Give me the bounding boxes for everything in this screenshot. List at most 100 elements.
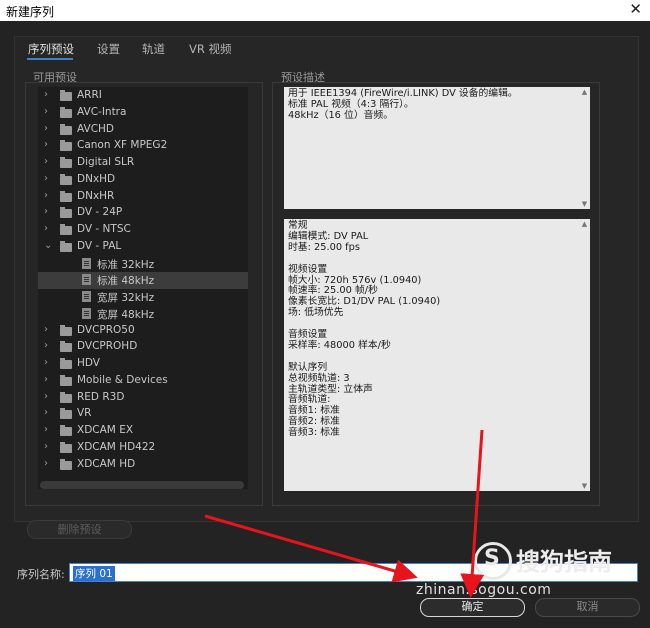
summary-scrollbar[interactable]: ▲ ▼ [580, 87, 589, 209]
preset-folder[interactable]: › Mobile & Devices [38, 373, 248, 390]
preset-folder-label: XDCAM HD422 [77, 440, 156, 453]
preset-folder-label: XDCAM HD [77, 457, 136, 470]
chevron-right-icon[interactable]: › [44, 173, 48, 184]
preset-folder[interactable]: › XDCAM HD422 [38, 440, 248, 457]
description-line: 音频3: 标准 [288, 427, 340, 439]
preset-folder[interactable]: ⌄ DV - PAL [38, 239, 248, 256]
scroll-down-icon[interactable]: ▼ [580, 200, 589, 208]
preset-folder[interactable]: › AVC-Intra [38, 105, 248, 122]
active-tab-indicator [27, 58, 73, 60]
preset-tree[interactable]: › ARRI › AVC-Intra › AVCHD › Canon XF MPEG2 › Dig… [38, 87, 248, 489]
preset-folder[interactable]: › HDV [38, 356, 248, 373]
folder-icon [60, 224, 72, 235]
preset-folder[interactable]: › DV - NTSC [38, 222, 248, 239]
chevron-right-icon[interactable]: › [44, 458, 48, 469]
chevron-right-icon[interactable]: › [44, 340, 48, 351]
chevron-right-icon[interactable]: › [44, 391, 48, 402]
preset-folder-label: DVCPRO50 [77, 323, 135, 336]
chevron-right-icon[interactable]: › [44, 324, 48, 335]
preset-item[interactable]: 宽屏 32kHz [38, 289, 248, 306]
preset-folder[interactable]: › XDCAM EX [38, 423, 248, 440]
preset-folder-label: DV - 24P [77, 206, 123, 219]
chevron-right-icon[interactable]: › [44, 407, 48, 418]
preset-item-label: 宽屏 48kHz [97, 308, 155, 321]
sequence-name-value: 序列 01 [73, 566, 115, 581]
preset-folder[interactable]: › ARRI [38, 88, 248, 105]
description-line: 48kHz（16 位）音频。 [288, 109, 394, 121]
preset-folder-label: RED R3D [77, 390, 125, 403]
chevron-right-icon[interactable]: › [44, 441, 48, 452]
preset-summary-box: ▲ ▼ 用于 IEEE1394 (FireWire/i.LINK) DV 设备的… [284, 87, 590, 209]
folder-icon [60, 358, 72, 369]
folder-icon [60, 341, 72, 353]
preset-file-icon [82, 307, 91, 319]
details-scrollbar[interactable]: ▲ ▼ [580, 219, 589, 491]
chevron-right-icon[interactable]: › [44, 223, 48, 234]
chevron-right-icon[interactable]: › [44, 190, 48, 201]
preset-item[interactable]: 标准 48kHz [38, 272, 248, 289]
preset-folder-label: HDV [77, 357, 100, 369]
preset-item-label: 宽屏 32kHz [97, 292, 155, 304]
folder-icon [60, 106, 72, 118]
preset-folder[interactable]: › DVCPROHD [38, 339, 248, 356]
watermark-url: zhinan.sogou.com [416, 582, 552, 598]
preset-folder-label: AVCHD [77, 122, 115, 135]
preset-folder[interactable]: › RED R3D [38, 390, 248, 407]
chevron-right-icon[interactable]: › [44, 89, 48, 100]
folder-icon [60, 441, 72, 453]
chevron-right-icon[interactable]: › [44, 206, 48, 217]
chevron-right-icon[interactable]: › [44, 139, 48, 150]
watermark-brand: 搜狗指南 [516, 548, 612, 576]
preset-folder[interactable]: › AVCHD [38, 122, 248, 139]
description-line: 时基: 25.00 fps [288, 241, 360, 253]
folder-icon [60, 408, 72, 420]
preset-folder-label: DVCPROHD [77, 340, 138, 353]
description-line: 视频设置 [288, 263, 328, 275]
preset-folder[interactable]: › DNxHR [38, 189, 248, 206]
chevron-right-icon[interactable]: › [44, 156, 48, 167]
scroll-down-icon[interactable]: ▼ [580, 482, 589, 490]
preset-folder[interactable]: › Digital SLR [38, 155, 248, 172]
close-icon[interactable]: ✕ [629, 0, 642, 18]
chevron-right-icon[interactable]: › [44, 123, 48, 134]
scroll-up-icon[interactable]: ▲ [580, 88, 589, 96]
preset-folder[interactable]: › DVCPRO50 [38, 323, 248, 340]
chevron-down-icon[interactable]: ⌄ [44, 240, 52, 251]
preset-file-icon [82, 291, 91, 302]
chevron-right-icon[interactable]: › [44, 357, 48, 368]
horizontal-scrollbar[interactable] [40, 481, 244, 489]
description-line: 场: 低场优先 [288, 307, 344, 319]
chevron-right-icon[interactable]: › [44, 374, 48, 385]
scroll-up-icon[interactable]: ▲ [580, 220, 589, 228]
preset-item[interactable]: 标准 32kHz [38, 256, 248, 273]
tab-settings[interactable]: 设置 [97, 41, 120, 57]
folder-icon [60, 173, 72, 185]
preset-folder[interactable]: › DNxHD [38, 172, 248, 189]
chevron-right-icon[interactable]: › [44, 424, 48, 435]
title-bar: 新建序列 ✕ [0, 0, 650, 21]
preset-item[interactable]: 宽屏 48kHz [38, 306, 248, 323]
preset-folder-label: Canon XF MPEG2 [77, 139, 168, 152]
preset-folder-label: Mobile & Devices [77, 373, 168, 386]
preset-file-icon [82, 274, 91, 286]
sequence-name-label: 序列名称: [17, 568, 65, 581]
preset-folder[interactable]: › Canon XF MPEG2 [38, 138, 248, 155]
tab-vr-video[interactable]: VR 视频 [189, 41, 232, 57]
folder-icon [60, 207, 72, 219]
preset-folder[interactable]: › VR [38, 406, 248, 423]
preset-folder-label: Digital SLR [77, 156, 135, 168]
preset-folder[interactable]: › DV - 24P [38, 205, 248, 222]
description-line: 总视频轨道: 3 [288, 372, 350, 384]
delete-preset-button[interactable]: 删除预设 [27, 520, 132, 539]
preset-folder-label: DNxHR [77, 189, 115, 202]
folder-icon [60, 324, 72, 336]
tab-tracks[interactable]: 轨道 [142, 41, 165, 57]
folder-icon [60, 391, 72, 403]
tab-sequence-presets[interactable]: 序列预设 [28, 41, 74, 57]
sogou-logo-icon [474, 542, 512, 580]
sogou-watermark: 搜狗指南 zhinan.sogou.com [416, 542, 634, 602]
preset-folder-label: DV - NTSC [77, 223, 131, 235]
preset-folder[interactable]: › XDCAM HD [38, 457, 248, 474]
folder-icon [60, 190, 72, 202]
chevron-right-icon[interactable]: › [44, 106, 48, 117]
